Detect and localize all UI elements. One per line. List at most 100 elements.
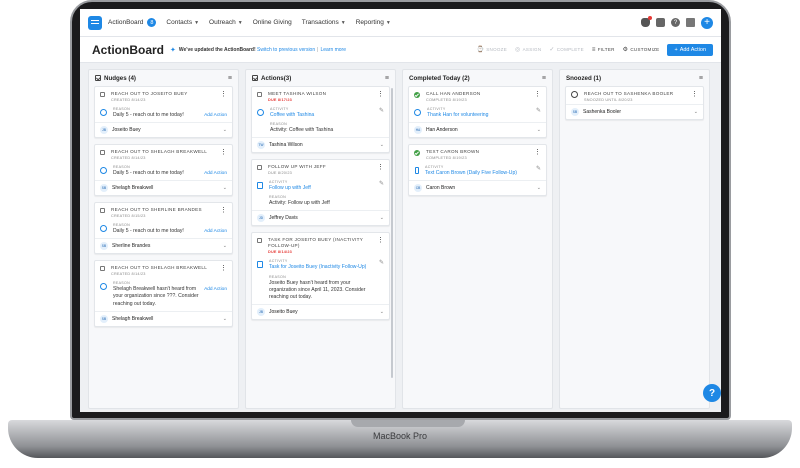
contact-name: Shelagh Breakwell xyxy=(112,315,154,322)
select-all-checkbox[interactable] xyxy=(95,75,101,81)
card-header: TASK FOR JOSEITO BUEY (INACTIVITY FOLLOW… xyxy=(252,233,389,256)
card-reason: REASON Daily 5 - reach out to me today! xyxy=(113,165,200,177)
bell-icon[interactable] xyxy=(641,16,652,27)
avatar: SB xyxy=(100,242,108,251)
pencil-icon[interactable]: ✎ xyxy=(536,107,541,114)
chat-icon[interactable] xyxy=(656,18,665,27)
nav-item-online-giving[interactable]: Online Giving xyxy=(253,19,292,26)
card-footer[interactable]: SB Shelagh Breakwell ⌄ xyxy=(95,180,232,195)
activity-link[interactable]: Coffee with Tashina xyxy=(270,112,376,119)
nav-item-actionboard[interactable]: ActionBoard 8 xyxy=(108,18,157,27)
sort-icon[interactable]: ≡ xyxy=(542,75,546,82)
kebab-menu-icon[interactable]: ⋮ xyxy=(377,237,384,254)
card-footer[interactable]: JB Joseito Buey ⌄ xyxy=(252,303,389,319)
snoozed-card[interactable]: REACH OUT TO SASHENKA BOOLER SNOOZED UNTI… xyxy=(565,86,704,120)
nav-item-outreach[interactable]: Outreach ▼ xyxy=(209,19,243,26)
chevron-down-icon[interactable]: ⌄ xyxy=(223,316,227,322)
chevron-down-icon[interactable]: ⌄ xyxy=(380,309,384,315)
activity-link[interactable]: Follow up with Jeff xyxy=(269,185,376,192)
column-cards: REACH OUT TO SASHENKA BOOLER SNOOZED UNTI… xyxy=(560,86,709,120)
card-footer[interactable]: SB Shelagh Breakwell ⌄ xyxy=(95,310,232,326)
chevron-down-icon[interactable]: ⌄ xyxy=(694,109,698,115)
add-action-button[interactable]: + Add Action xyxy=(667,43,713,56)
assign-button[interactable]: ◎ ASSIGN xyxy=(515,46,541,53)
card-checkbox[interactable] xyxy=(257,165,262,171)
card-add-action-link[interactable]: Add Action xyxy=(204,287,227,292)
card-checkbox[interactable] xyxy=(100,266,105,272)
card-footer[interactable]: SB Sherline Brandes ⌄ xyxy=(95,238,232,253)
quick-add-button[interactable]: + xyxy=(701,16,713,29)
snooze-button[interactable]: ⌚ SNOOZE xyxy=(476,46,507,53)
card-checkbox[interactable] xyxy=(257,238,262,244)
chevron-down-icon[interactable]: ⌄ xyxy=(380,142,384,148)
card-reason: REASON Daily 5 - reach out to me today! xyxy=(113,223,200,235)
completed-card[interactable]: TEXT CARON BROWN COMPLETED 8/19/23 ⋮ ACTI… xyxy=(408,144,547,197)
chevron-down-icon[interactable]: ⌄ xyxy=(537,185,541,191)
complete-button[interactable]: ✓ COMPLETE xyxy=(549,46,583,53)
nav-item-contacts[interactable]: Contacts ▼ xyxy=(166,19,199,26)
switch-version-link[interactable]: Switch to previous version xyxy=(257,47,315,53)
nudge-card[interactable]: REACH OUT TO SHELAGH BREAKWELL CREATED 8/… xyxy=(94,144,233,197)
card-reason: REASON Daily 5 - reach out to me today! xyxy=(113,107,200,119)
kebab-menu-icon[interactable]: ⋮ xyxy=(377,164,384,175)
sort-icon[interactable]: ≡ xyxy=(699,75,703,82)
card-footer[interactable]: TW Tashina Wilson ⌄ xyxy=(252,137,389,152)
reason-label: REASON xyxy=(113,165,130,170)
nudge-card[interactable]: REACH OUT TO SHERLINE BRANDES CREATED 8/1… xyxy=(94,202,233,255)
app-logo-icon[interactable] xyxy=(88,15,102,30)
nudge-card[interactable]: REACH OUT TO SHELAGH BREAKWELL CREATED 8/… xyxy=(94,260,233,327)
help-circle-icon[interactable]: ? xyxy=(671,18,680,27)
card-add-action-link[interactable]: Add Action xyxy=(204,171,227,176)
chevron-down-icon[interactable]: ⌄ xyxy=(223,127,227,133)
action-card[interactable]: TASK FOR JOSEITO BUEY (INACTIVITY FOLLOW… xyxy=(251,232,390,320)
chevron-down-icon[interactable]: ⌄ xyxy=(537,127,541,133)
pencil-icon[interactable]: ✎ xyxy=(379,107,384,114)
column-scrollbar[interactable] xyxy=(391,88,393,378)
card-checkbox[interactable] xyxy=(100,150,105,156)
card-footer[interactable]: JB Joseito Buey ⌄ xyxy=(95,122,232,137)
pencil-icon[interactable]: ✎ xyxy=(379,180,384,187)
nudge-card[interactable]: REACH OUT TO JOSEITO BUEY CREATED 8/14/23… xyxy=(94,86,233,139)
filter-button[interactable]: ≡ FILTER xyxy=(592,47,615,53)
kebab-menu-icon[interactable]: ⋮ xyxy=(534,91,541,102)
activity-link[interactable]: Thank Han for volunteering xyxy=(427,112,533,119)
card-footer[interactable]: CB Caron Brown ⌄ xyxy=(409,180,546,195)
action-card[interactable]: FOLLOW UP WITH JEFF DUE 8/20/23 ⋮ ACTIVIT… xyxy=(251,159,390,227)
kebab-menu-icon[interactable]: ⋮ xyxy=(377,91,384,102)
card-body: ACTIVITY Text Caron Brown (Daily Five Fo… xyxy=(409,162,546,180)
kebab-menu-icon[interactable]: ⋮ xyxy=(220,149,227,160)
sort-icon[interactable]: ≡ xyxy=(228,75,232,82)
notification-badge: 8 xyxy=(147,18,157,27)
completed-card[interactable]: CALL HAN ANDERSON COMPLETED 8/19/23 ⋮ ACT… xyxy=(408,86,547,139)
card-footer[interactable]: JD Jeffrey Davis ⌄ xyxy=(252,210,389,225)
select-all-checkbox[interactable] xyxy=(252,75,258,81)
sort-icon[interactable]: ≡ xyxy=(385,75,389,82)
card-checkbox[interactable] xyxy=(257,92,262,97)
nav-item-transactions[interactable]: Transactions ▼ xyxy=(302,19,346,26)
pencil-icon[interactable]: ✎ xyxy=(379,259,384,266)
kebab-menu-icon[interactable]: ⋮ xyxy=(220,207,227,218)
action-card[interactable]: MEET TASHINA WILSON DUE 8/17/23 ⋮ ACTIVIT… xyxy=(251,86,390,154)
activity-link[interactable]: Text Caron Brown (Daily Five Follow-Up) xyxy=(425,170,533,177)
kebab-menu-icon[interactable]: ⋮ xyxy=(220,91,227,102)
chevron-down-icon[interactable]: ⌄ xyxy=(223,243,227,249)
avatar: SB xyxy=(100,314,108,323)
card-footer[interactable]: SB Sashenka Booler ⌄ xyxy=(566,103,703,119)
card-checkbox[interactable] xyxy=(100,92,105,97)
pencil-icon[interactable]: ✎ xyxy=(536,165,541,172)
chevron-down-icon[interactable]: ⌄ xyxy=(380,215,384,221)
activity-link[interactable]: Task for Joseito Buey (Inactivity Follow… xyxy=(269,264,376,271)
kebab-menu-icon[interactable]: ⋮ xyxy=(534,149,541,160)
card-add-action-link[interactable]: Add Action xyxy=(204,113,227,118)
card-add-action-link[interactable]: Add Action xyxy=(204,229,227,234)
help-button[interactable]: ? xyxy=(703,384,721,402)
learn-more-link[interactable]: Learn more xyxy=(320,47,346,53)
card-checkbox[interactable] xyxy=(100,208,105,214)
kebab-menu-icon[interactable]: ⋮ xyxy=(691,91,698,102)
card-footer[interactable]: HA Han Anderson ⌄ xyxy=(409,122,546,137)
nav-item-reporting[interactable]: Reporting ▼ xyxy=(356,19,391,26)
grid-menu-icon[interactable] xyxy=(686,18,695,27)
chevron-down-icon[interactable]: ⌄ xyxy=(223,185,227,191)
kebab-menu-icon[interactable]: ⋮ xyxy=(220,265,227,276)
customize-button[interactable]: ⚙ CUSTOMIZE xyxy=(623,46,660,53)
